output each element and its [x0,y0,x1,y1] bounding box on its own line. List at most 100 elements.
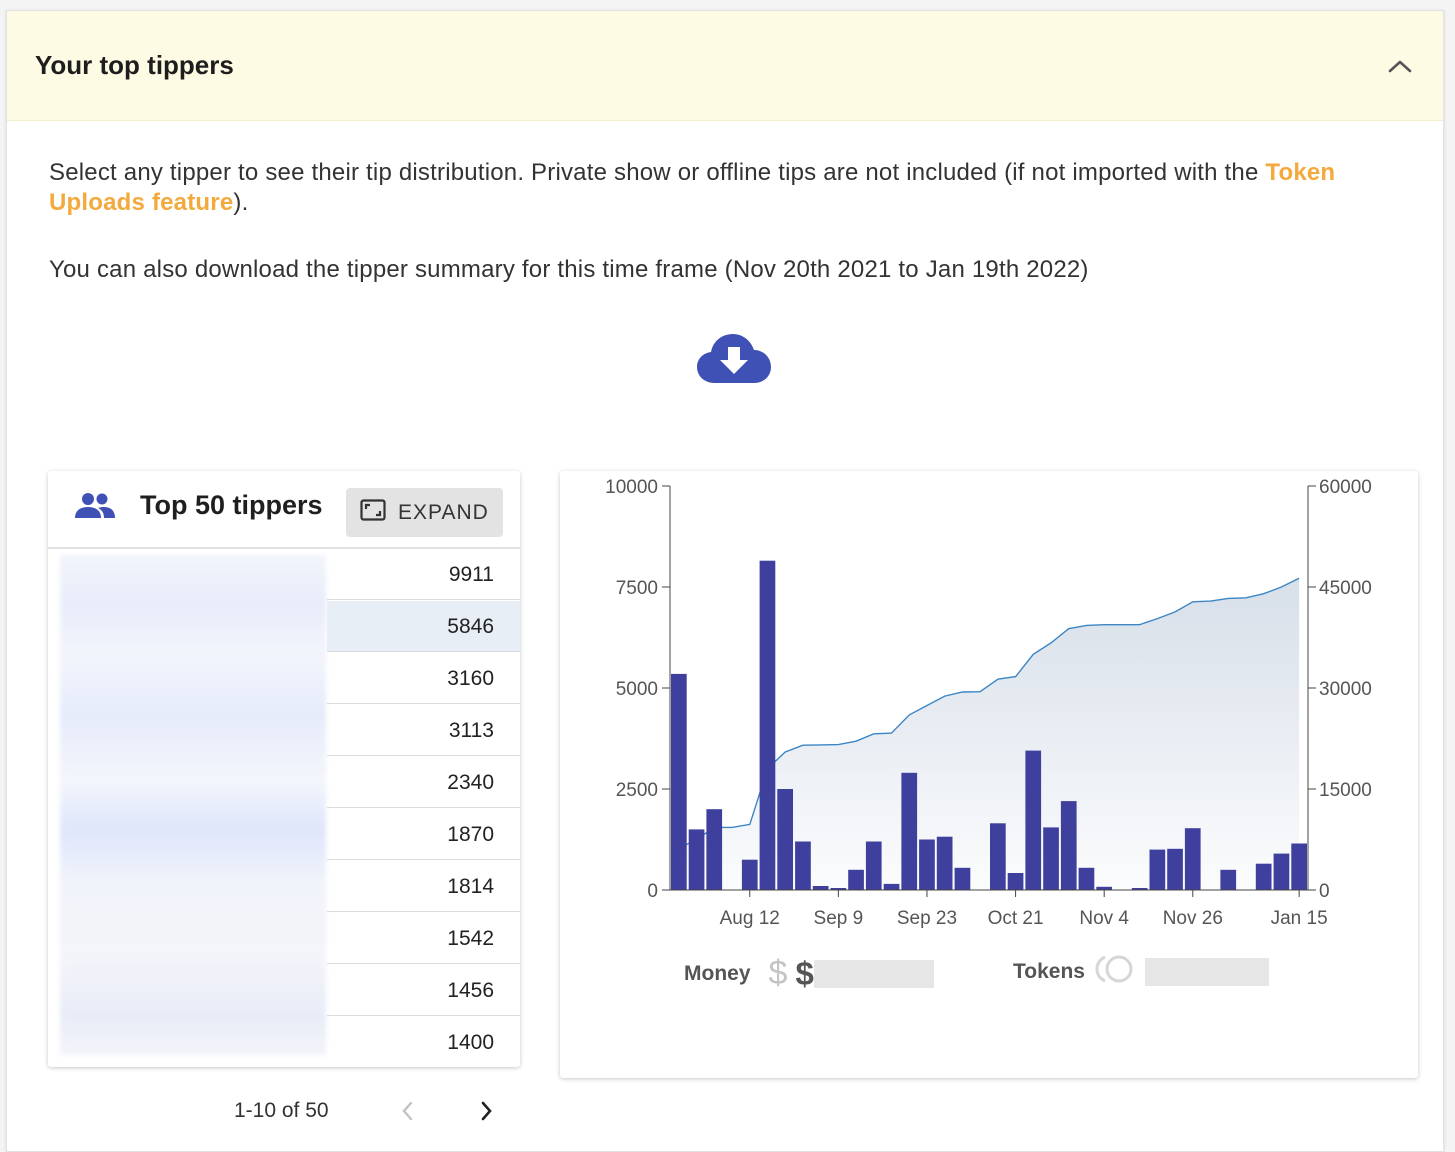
tipper-row[interactable]: 3113 [48,705,520,757]
tippers-list: 9911 5846 3160 3113 2340 1870 1814 1542 1456 1400 [48,549,520,1067]
panel-header[interactable]: Your top tippers [7,11,1443,121]
tipper-amount: 1542 [327,913,520,964]
tipper-row[interactable]: 1400 [48,1017,520,1067]
tipper-name-redacted [48,913,327,965]
bar [901,772,918,890]
bar [1060,801,1077,890]
money-summary: Money $ $ [684,954,934,993]
tipper-row[interactable]: 1456 [48,965,520,1017]
left-tick-label: 7500 [616,578,658,599]
bar [759,560,776,890]
tipper-row[interactable]: 5846 [48,601,520,653]
tipper-row[interactable]: 2340 [48,757,520,809]
bar [1273,853,1290,890]
right-tick-label: 0 [1319,881,1330,902]
money-label: Money [684,961,751,985]
bar [990,823,1006,890]
bar [741,859,758,890]
left-tick-label: 0 [647,881,658,902]
right-tick-label: 15000 [1319,780,1372,801]
tipper-name-redacted [48,601,327,653]
bar [1043,827,1059,890]
tokens-label: Tokens [1013,960,1085,983]
tipper-name-redacted [48,1017,327,1067]
tips-chart: 0 2500 5000 7500 10000 0 15000 30000 45000 60000 A… [605,477,1372,929]
tippers-title: Top 50 tippers [140,490,323,520]
right-tick-label: 45000 [1319,578,1372,599]
x-tick-label: Nov 26 [1163,908,1223,929]
bar [706,809,723,890]
tipper-amount: 3160 [327,653,520,704]
pagination: 1-10 of 50 [48,1093,520,1133]
intro-text-1: Select any tipper to see their tip distr… [49,159,1266,186]
chevron-right-icon[interactable] [472,1097,500,1125]
tipper-name-redacted [48,757,327,809]
intro-text-1-end: ). [233,189,249,216]
bar [1291,843,1307,890]
x-tick-label: Jan 15 [1271,908,1328,929]
bar [688,829,705,890]
top-tippers-card: Top 50 tippers EXPAND 9911 5846 3160 3113 23… [48,471,520,1067]
chevron-left-icon[interactable] [394,1097,422,1125]
bar [1025,750,1042,890]
left-tick-label: 2500 [616,780,658,801]
panel-title: Your top tippers [35,50,234,80]
bar [1078,867,1095,890]
x-tick-label: Sep 23 [897,908,957,929]
bar [1255,863,1272,890]
x-tick-label: Aug 12 [720,908,780,929]
dollar-icon: $ [768,954,788,992]
tipper-row[interactable]: 9911 [48,549,520,601]
bar [936,836,953,890]
bar [795,841,811,890]
x-tick-label: Oct 21 [988,908,1044,929]
bar [883,883,900,890]
tipper-name-redacted [48,705,327,757]
chevron-up-icon[interactable] [1385,51,1415,81]
intro-paragraph-1: Select any tipper to see their tip distr… [49,158,1409,218]
tipper-amount: 1870 [327,809,520,860]
bar [848,869,864,890]
tipper-row[interactable]: 1870 [48,809,520,861]
fullscreen-icon [360,498,386,527]
bar [919,839,935,890]
tipper-name-redacted [48,965,327,1017]
bar [812,886,829,890]
top-tippers-panel: Your top tippers Select any tipper to se… [6,10,1444,1152]
bar [1149,849,1166,890]
tipper-name-redacted [48,861,327,913]
tipper-amount: 1400 [327,1017,520,1067]
tipper-row[interactable]: 1814 [48,861,520,913]
bar [1167,848,1183,890]
bar [777,789,793,890]
pagination-range: 1-10 of 50 [234,1099,329,1122]
x-tick-label: Nov 4 [1079,908,1129,929]
tipper-amount: 2340 [327,757,520,808]
tipper-amount: 3113 [327,705,520,756]
tippers-card-header: Top 50 tippers EXPAND [48,471,520,549]
bar [1184,828,1201,890]
tipper-row[interactable]: 1542 [48,913,520,965]
left-tick-label: 10000 [605,477,658,498]
tips-chart-card: 0 2500 5000 7500 10000 0 15000 30000 45000 60000 A… [560,471,1418,1078]
cloud-download-icon[interactable] [697,333,771,385]
money-amount: $ [795,954,814,992]
left-tick-label: 5000 [616,679,658,700]
tipper-name-redacted [48,653,327,705]
bar [1220,869,1237,890]
right-tick-label: 60000 [1319,477,1372,498]
bar [1007,873,1024,890]
people-icon [74,491,116,521]
tipper-amount: 1456 [327,965,520,1016]
tipper-name-redacted [48,809,327,861]
expand-button[interactable]: EXPAND [346,488,503,537]
tipper-amount: 1814 [327,861,520,912]
expand-label: EXPAND [398,500,489,524]
redacted-token-amount [1144,958,1269,986]
tipper-amount: 9911 [327,549,520,600]
intro-paragraph-2: You can also download the tipper summary… [49,256,1089,283]
tipper-name-redacted [48,549,327,601]
bar [865,841,882,890]
bar [954,867,971,890]
tipper-row[interactable]: 3160 [48,653,520,705]
